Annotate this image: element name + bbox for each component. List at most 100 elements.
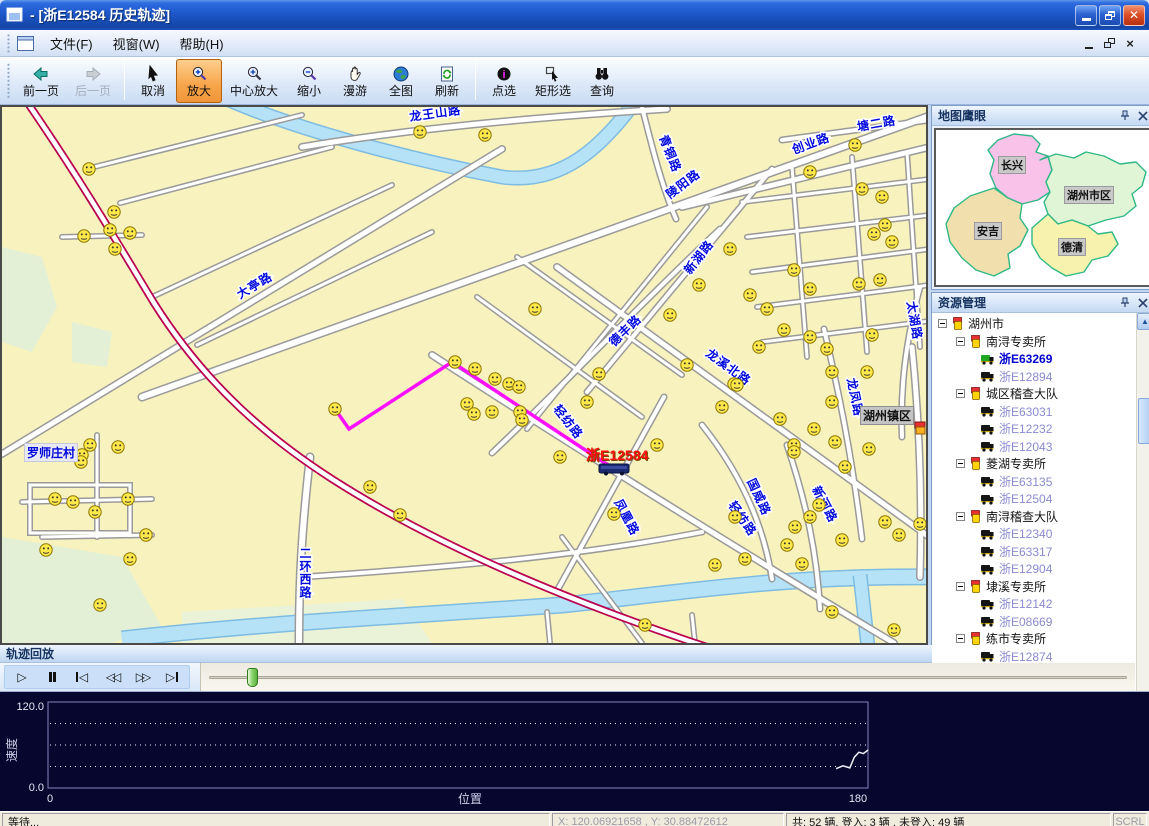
vehicle-smiley-marker[interactable] bbox=[795, 557, 809, 571]
vehicle-smiley-marker[interactable] bbox=[107, 205, 121, 219]
vehicle-smiley-marker[interactable] bbox=[730, 378, 744, 392]
vehicle-smiley-marker[interactable] bbox=[852, 277, 866, 291]
menu-window[interactable]: 视窗(W) bbox=[103, 31, 170, 56]
tree-vehicle-row[interactable]: 浙E12340 bbox=[936, 525, 1136, 543]
vehicle-smiley-marker[interactable] bbox=[478, 128, 492, 142]
close-icon[interactable] bbox=[1137, 110, 1149, 122]
mdi-close-button[interactable]: × bbox=[1123, 37, 1137, 49]
tree-vehicle-row[interactable]: 浙E63135 bbox=[936, 473, 1136, 491]
vehicle-smiley-marker[interactable] bbox=[887, 623, 901, 637]
skip-start-button[interactable]: ◁ bbox=[67, 666, 97, 688]
vehicle-smiley-marker[interactable] bbox=[692, 278, 706, 292]
vehicle-smiley-marker[interactable] bbox=[803, 165, 817, 179]
collapse-icon[interactable] bbox=[956, 389, 965, 398]
vehicle-smiley-marker[interactable] bbox=[738, 552, 752, 566]
vehicle-smiley-marker[interactable] bbox=[892, 528, 906, 542]
fast-forward-button[interactable]: ▷▷ bbox=[127, 666, 157, 688]
vehicle-smiley-marker[interactable] bbox=[123, 552, 137, 566]
tree-vehicle-row[interactable]: 浙E12142 bbox=[936, 595, 1136, 613]
full-map-button[interactable]: 全图 bbox=[378, 59, 424, 103]
play-button[interactable]: ▷ bbox=[7, 666, 37, 688]
vehicle-smiley-marker[interactable] bbox=[855, 182, 869, 196]
vehicle-smiley-marker[interactable] bbox=[867, 227, 881, 241]
vehicle-smiley-marker[interactable] bbox=[663, 308, 677, 322]
tree-group-row[interactable]: 南浔专卖所 bbox=[936, 333, 1136, 351]
tree-group-row[interactable]: 练市专卖所 bbox=[936, 630, 1136, 648]
skip-end-button[interactable]: ▷ bbox=[157, 666, 187, 688]
vehicle-smiley-marker[interactable] bbox=[88, 505, 102, 519]
close-icon[interactable] bbox=[1137, 297, 1149, 309]
refresh-button[interactable]: 刷新 bbox=[424, 59, 470, 103]
collapse-icon[interactable] bbox=[938, 319, 947, 328]
tree-vehicle-row[interactable]: 浙E12043 bbox=[936, 438, 1136, 456]
vehicle-smiley-marker[interactable] bbox=[650, 438, 664, 452]
vehicle-smiley-marker[interactable] bbox=[787, 445, 801, 459]
tree-vehicle-row[interactable]: 浙E12232 bbox=[936, 420, 1136, 438]
vehicle-smiley-marker[interactable] bbox=[752, 340, 766, 354]
scroll-up-button[interactable]: ▲ bbox=[1137, 313, 1149, 330]
vehicle-smiley-marker[interactable] bbox=[111, 440, 125, 454]
vehicle-smiley-marker[interactable] bbox=[865, 328, 879, 342]
vehicle-smiley-marker[interactable] bbox=[885, 235, 899, 249]
collapse-icon[interactable] bbox=[956, 634, 965, 643]
tree-vehicle-row[interactable]: 浙E08669 bbox=[936, 613, 1136, 631]
pin-icon[interactable] bbox=[1119, 297, 1131, 309]
vehicle-smiley-marker[interactable] bbox=[723, 242, 737, 256]
vehicle-smiley-marker[interactable] bbox=[512, 380, 526, 394]
vehicle-smiley-marker[interactable] bbox=[825, 365, 839, 379]
tree-vehicle-row[interactable]: 浙E12904 bbox=[936, 560, 1136, 578]
vehicle-smiley-marker[interactable] bbox=[773, 412, 787, 426]
collapse-icon[interactable] bbox=[956, 512, 965, 521]
mdi-minimize-button[interactable] bbox=[1082, 37, 1096, 49]
vehicle-smiley-marker[interactable] bbox=[835, 533, 849, 547]
vehicle-smiley-marker[interactable] bbox=[363, 480, 377, 494]
vehicle-smiley-marker[interactable] bbox=[467, 407, 481, 421]
tree-group-row[interactable]: 埭溪专卖所 bbox=[936, 578, 1136, 596]
vehicle-smiley-marker[interactable] bbox=[708, 558, 722, 572]
tree-group-row[interactable]: 菱湖专卖所 bbox=[936, 455, 1136, 473]
vehicle-smiley-marker[interactable] bbox=[103, 223, 117, 237]
point-select-button[interactable]: i 点选 bbox=[481, 59, 527, 103]
vehicle-smiley-marker[interactable] bbox=[875, 190, 889, 204]
vehicle-smiley-marker[interactable] bbox=[780, 538, 794, 552]
vehicle-smiley-marker[interactable] bbox=[580, 395, 594, 409]
vehicle-smiley-marker[interactable] bbox=[878, 515, 892, 529]
vehicle-smiley-marker[interactable] bbox=[848, 138, 862, 152]
vehicle-smiley-marker[interactable] bbox=[788, 520, 802, 534]
vehicle-smiley-marker[interactable] bbox=[680, 358, 694, 372]
vehicle-smiley-marker[interactable] bbox=[760, 302, 774, 316]
vehicle-smiley-marker[interactable] bbox=[860, 365, 874, 379]
vehicle-smiley-marker[interactable] bbox=[828, 435, 842, 449]
vehicle-smiley-marker[interactable] bbox=[413, 125, 427, 139]
vehicle-smiley-marker[interactable] bbox=[77, 229, 91, 243]
vehicle-smiley-marker[interactable] bbox=[528, 302, 542, 316]
mdi-restore-button[interactable] bbox=[1104, 38, 1115, 48]
vehicle-smiley-marker[interactable] bbox=[820, 342, 834, 356]
vehicle-smiley-marker[interactable] bbox=[803, 282, 817, 296]
slider-thumb[interactable] bbox=[247, 668, 258, 687]
pin-icon[interactable] bbox=[1119, 110, 1131, 122]
vehicle-smiley-marker[interactable] bbox=[787, 263, 801, 277]
pan-button[interactable]: 漫游 bbox=[332, 59, 378, 103]
tree-vehicle-row[interactable]: 浙E63317 bbox=[936, 543, 1136, 561]
collapse-icon[interactable] bbox=[956, 582, 965, 591]
close-button[interactable]: ✕ bbox=[1123, 5, 1145, 26]
eagle-eye-map[interactable]: 长兴 湖州市区 安吉 德清 bbox=[934, 128, 1149, 287]
tracked-vehicle-icon[interactable] bbox=[598, 462, 630, 482]
playback-slider[interactable] bbox=[200, 663, 1135, 691]
vehicle-smiley-marker[interactable] bbox=[485, 405, 499, 419]
vehicle-smiley-marker[interactable] bbox=[515, 413, 529, 427]
query-button[interactable]: 查询 bbox=[579, 59, 625, 103]
vehicle-smiley-marker[interactable] bbox=[873, 273, 887, 287]
vehicle-smiley-marker[interactable] bbox=[825, 395, 839, 409]
vehicle-smiley-marker[interactable] bbox=[39, 543, 53, 557]
vehicle-smiley-marker[interactable] bbox=[743, 288, 757, 302]
vehicle-smiley-marker[interactable] bbox=[728, 510, 742, 524]
center-zoom-button[interactable]: 中心放大 bbox=[222, 59, 286, 103]
map-viewport[interactable]: 龙王山路青铜路陵阳路创业路塘二路新湖路德丰路龙溪北路轻纺路轻纺路凤凰路国威路龙凤… bbox=[0, 105, 928, 645]
tree-vehicle-row[interactable]: 浙E12504 bbox=[936, 490, 1136, 508]
zoom-in-button[interactable]: 放大 bbox=[176, 59, 222, 103]
restore-button[interactable] bbox=[1099, 5, 1121, 26]
tree-group-row[interactable]: 南浔稽查大队 bbox=[936, 508, 1136, 526]
vehicle-smiley-marker[interactable] bbox=[807, 422, 821, 436]
